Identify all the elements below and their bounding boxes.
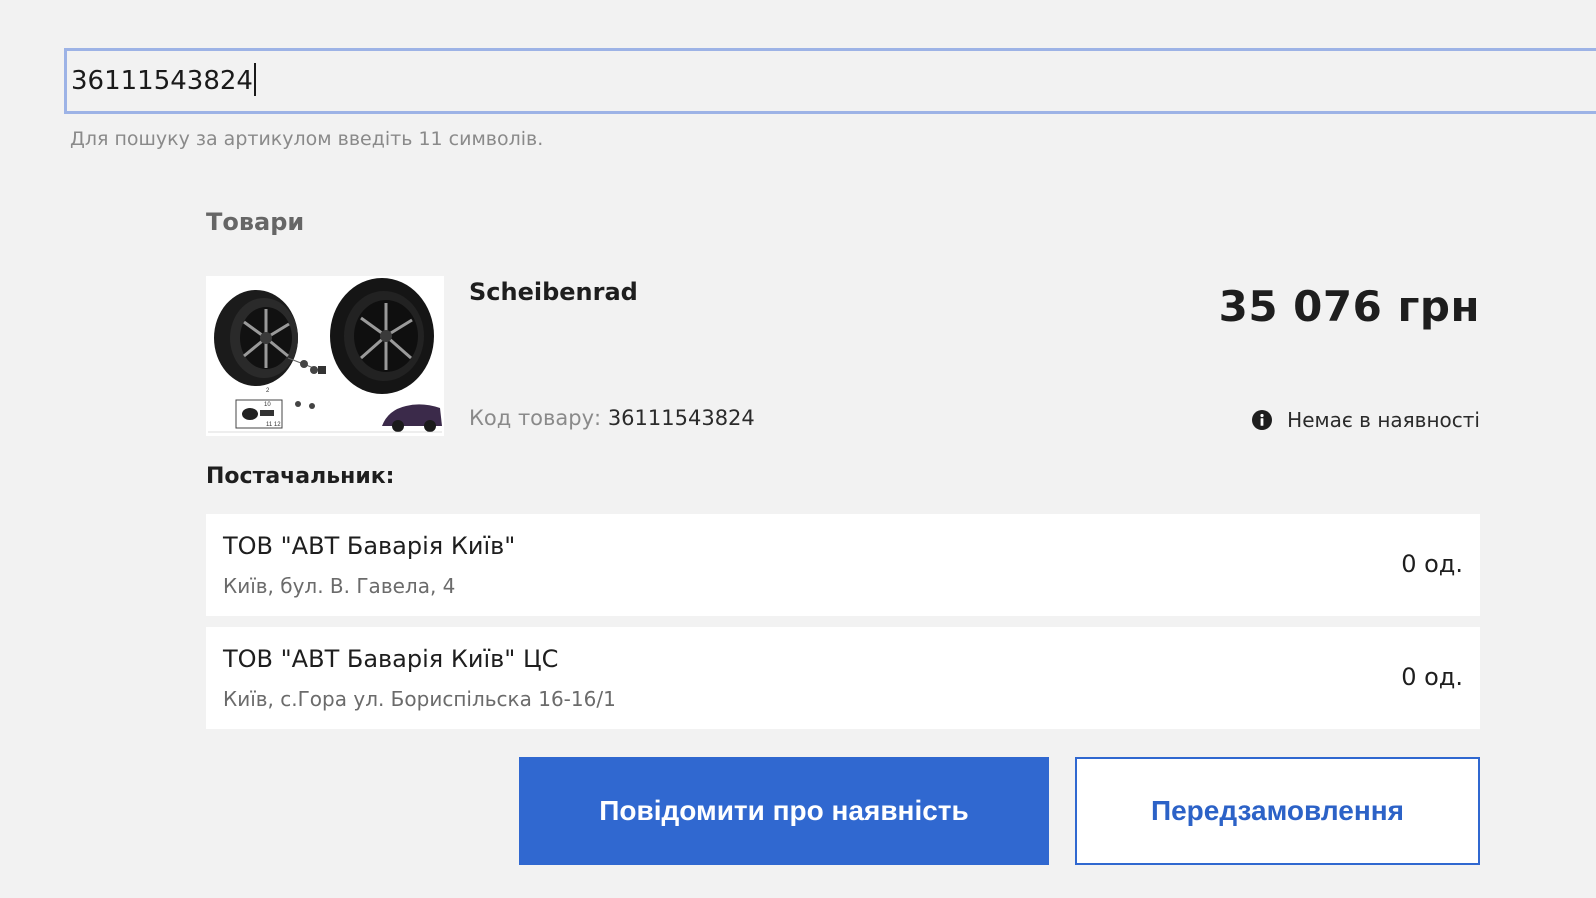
supplier-name: ТОВ "АВТ Баварія Київ" (223, 532, 516, 560)
notify-availability-button[interactable]: Повідомити про наявність (519, 757, 1049, 865)
product-image[interactable]: 2 10 11 12 (206, 276, 444, 436)
products-section-title: Товари (206, 208, 305, 236)
product-code-label: Код товару: (469, 406, 602, 430)
supplier-address: Київ, бул. В. Гавела, 4 (223, 574, 456, 598)
preorder-button[interactable]: Передзамовлення (1075, 757, 1480, 865)
search-input-value: 36111543824 (71, 66, 253, 96)
stock-status: Немає в наявності (1251, 408, 1480, 432)
supplier-quantity: 0 од. (1401, 663, 1463, 691)
info-icon (1251, 409, 1273, 431)
search-field-wrapper[interactable]: 36111543824 (64, 48, 1596, 114)
svg-text:11 12: 11 12 (266, 422, 281, 428)
search-input[interactable]: 36111543824 (71, 51, 256, 111)
product-code: Код товару: 36111543824 (469, 406, 755, 430)
supplier-row: ТОВ "АВТ Баварія Київ" Київ, бул. В. Гав… (206, 514, 1480, 616)
supplier-name: ТОВ "АВТ Баварія Київ" ЦС (223, 645, 559, 673)
product-name[interactable]: Scheibenrad (469, 278, 638, 306)
wheel-diagram-image: 2 10 11 12 (206, 276, 444, 436)
supplier-quantity: 0 од. (1401, 550, 1463, 578)
product-price: 35 076 грн (1218, 282, 1480, 331)
product-code-value: 36111543824 (607, 406, 755, 430)
svg-text:10: 10 (264, 402, 271, 408)
supplier-address: Київ, с.Гора ул. Бориспільска 16-16/1 (223, 687, 616, 711)
stock-status-text: Немає в наявності (1287, 408, 1480, 432)
text-caret (253, 63, 256, 96)
suppliers-title: Постачальник: (206, 464, 395, 489)
search-hint: Для пошуку за артикулом введіть 11 симво… (70, 128, 544, 150)
supplier-row: ТОВ "АВТ Баварія Київ" ЦС Київ, с.Гора у… (206, 627, 1480, 729)
